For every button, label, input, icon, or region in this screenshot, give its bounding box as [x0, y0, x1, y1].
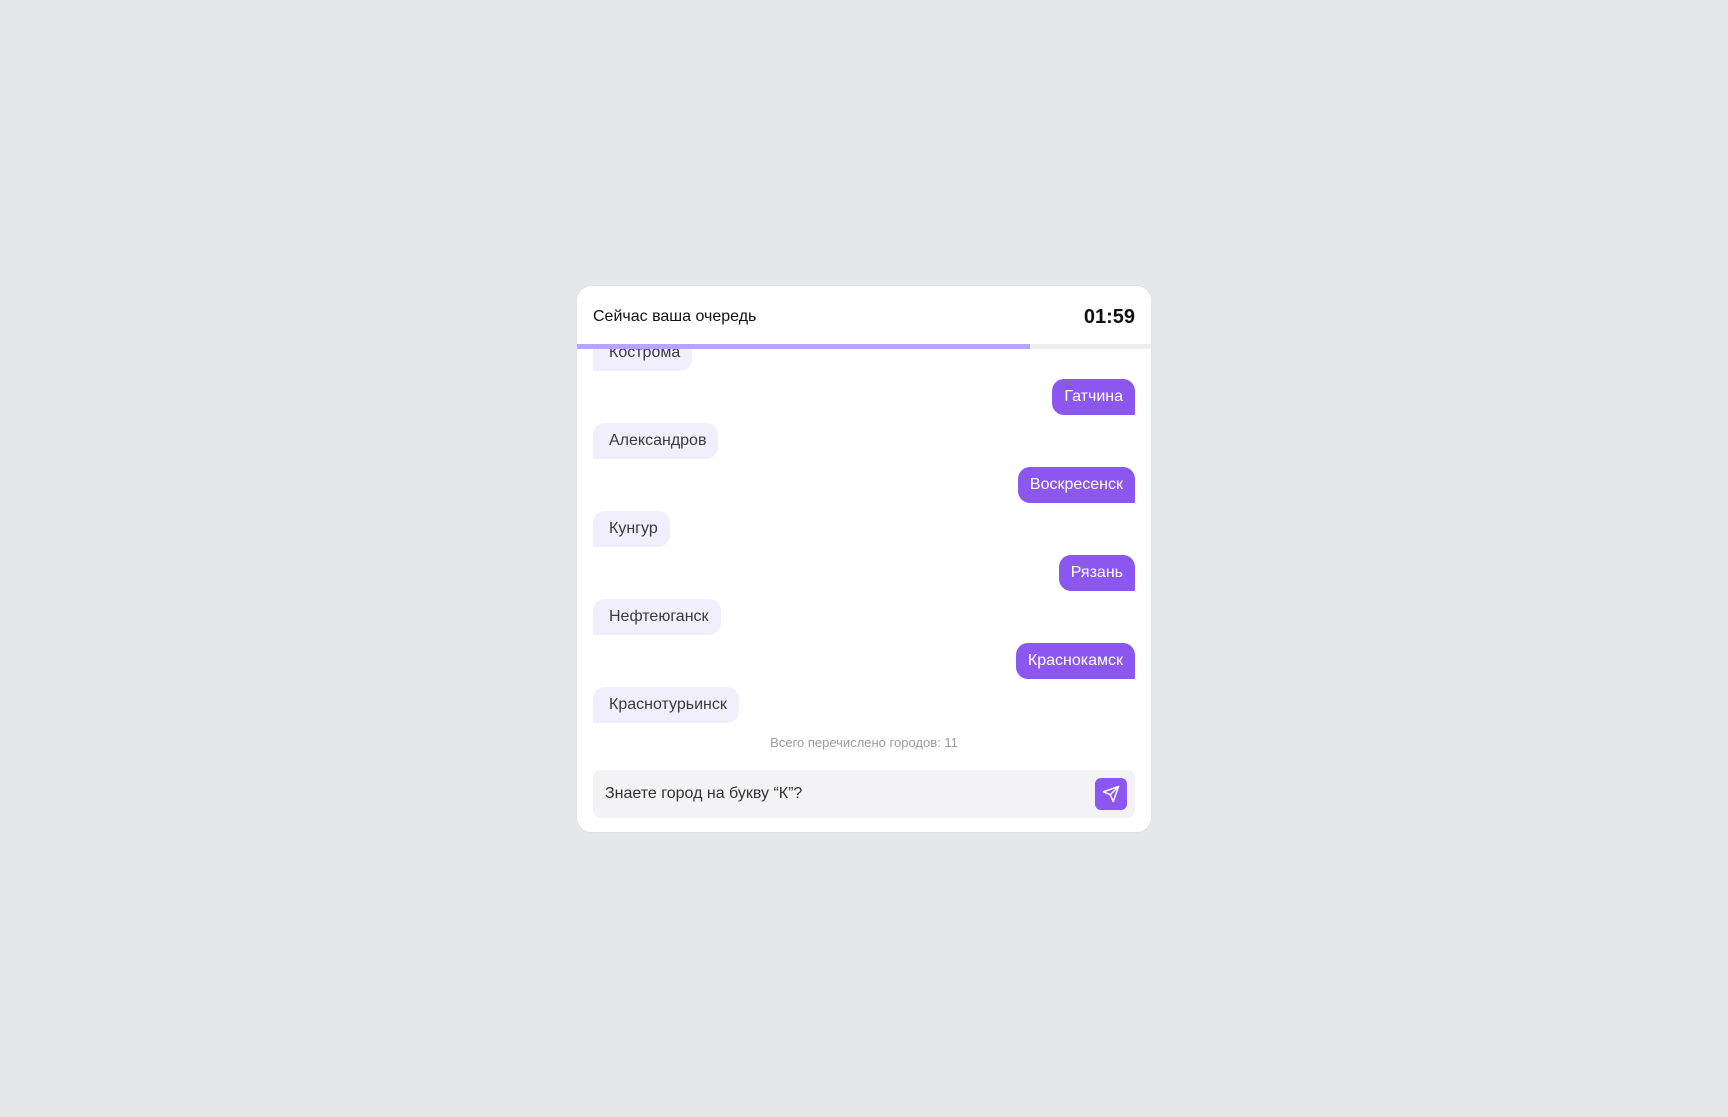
message-area: Кострома Гатчина Александров Воскресенск Кун…: [577, 349, 1151, 832]
my-message-bubble: Рязань: [1058, 555, 1135, 591]
my-message-bubble: Воскресенск: [1017, 467, 1135, 503]
message-row: Воскресенск: [593, 467, 1135, 503]
countdown-timer: 01:59: [1083, 306, 1135, 328]
chat-header: Сейчас ваша очередь 01:59: [577, 286, 1151, 349]
my-message-bubble: Гатчина: [1052, 379, 1135, 415]
message-row: Краснотурьинск: [593, 687, 1135, 723]
message-row: Краснокамск: [593, 643, 1135, 679]
total-cities-counter: Всего перечислено городов: 11: [770, 735, 958, 750]
message-row: Рязань: [593, 555, 1135, 591]
message-scroll-viewport[interactable]: Кострома Гатчина Александров Воскресенск Кун…: [593, 349, 1135, 723]
message-row: Кострома: [593, 349, 1135, 371]
opponent-message-bubble: Кострома: [593, 349, 693, 371]
opponent-message-bubble: Александров: [593, 423, 719, 459]
message-input-box: [593, 770, 1135, 818]
message-row: Нефтеюганск: [593, 599, 1135, 635]
send-button[interactable]: [1095, 778, 1127, 810]
opponent-message-bubble: Нефтеюганск: [593, 599, 721, 635]
my-message-bubble: Краснокамск: [1015, 643, 1135, 679]
message-row: Кунгур: [593, 511, 1135, 547]
game-chat-card: Сейчас ваша очередь 01:59 Кострома Гатчин…: [576, 285, 1152, 833]
message-row: Гатчина: [593, 379, 1135, 415]
turn-status-title: Сейчас ваша очередь: [593, 308, 757, 325]
message-list: Кострома Гатчина Александров Воскресенск Кун…: [593, 349, 1135, 723]
opponent-message-bubble: Краснотурьинск: [593, 687, 739, 723]
city-input[interactable]: [593, 770, 1073, 818]
send-icon: [1102, 785, 1120, 803]
message-row: Александров: [593, 423, 1135, 459]
opponent-message-bubble: Кунгур: [593, 511, 670, 547]
